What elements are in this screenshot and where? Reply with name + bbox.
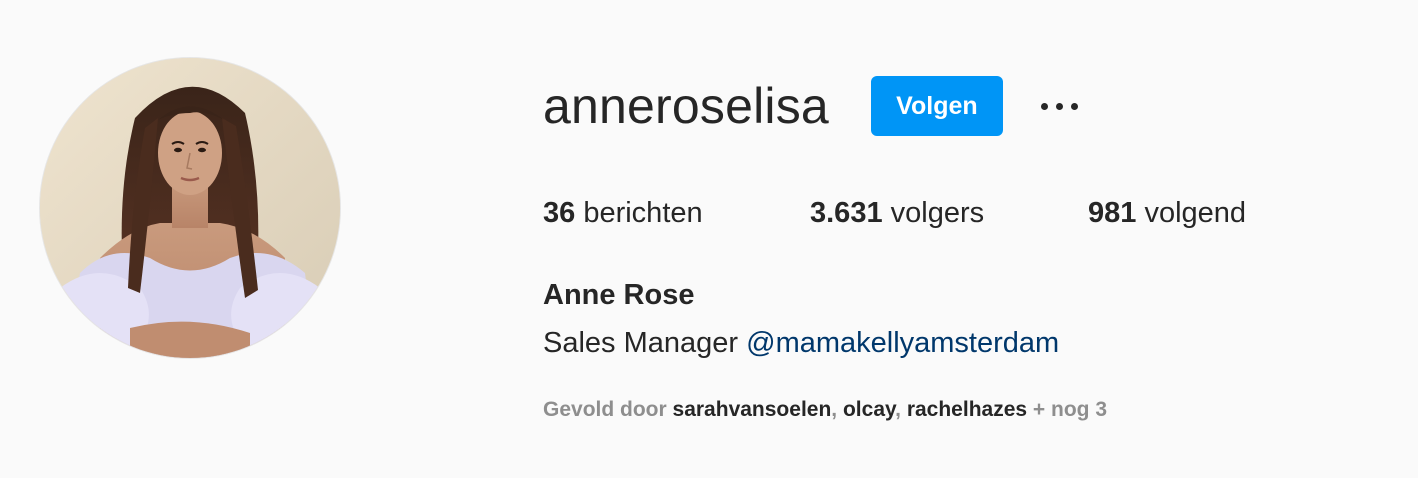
dot xyxy=(1055,102,1063,110)
full-name: Anne Rose xyxy=(543,279,695,311)
more-options-icon[interactable] xyxy=(1040,76,1078,136)
bio: Sales Manager @mamakellyamsterdam xyxy=(543,324,1059,362)
posts-stat: 36 berichten xyxy=(543,194,810,232)
separator: , xyxy=(831,398,838,421)
bio-mention-link[interactable]: @mamakellyamsterdam xyxy=(746,327,1059,359)
dot xyxy=(1040,102,1048,110)
profile-info: anneroselisa Volgen 36 berichten 3.631 v… xyxy=(543,0,1403,478)
followers-count: 3.631 xyxy=(810,197,883,229)
followed-by[interactable]: Gevold door sarahvansoelen, olcay, rache… xyxy=(543,396,1107,424)
bio-text: Sales Manager xyxy=(543,327,739,359)
following-label: volgend xyxy=(1144,197,1247,229)
followed-by-prefix: Gevold door xyxy=(543,398,667,421)
separator: , xyxy=(895,398,901,421)
followed-by-account[interactable]: rachelhazes xyxy=(907,398,1027,421)
avatar-image xyxy=(40,58,340,358)
followers-stat[interactable]: 3.631 volgers xyxy=(810,194,1088,232)
profile-stats: 36 berichten 3.631 volgers 981 volgend xyxy=(543,194,1246,232)
username: anneroselisa xyxy=(543,78,829,134)
following-stat[interactable]: 981 volgend xyxy=(1088,194,1246,232)
dot xyxy=(1070,102,1078,110)
title-row: anneroselisa Volgen xyxy=(543,76,1078,136)
follow-button[interactable]: Volgen xyxy=(870,76,1003,136)
following-count: 981 xyxy=(1088,197,1137,229)
profile-header: anneroselisa Volgen 36 berichten 3.631 v… xyxy=(0,0,1418,478)
followed-by-more[interactable]: + nog 3 xyxy=(1033,398,1107,421)
posts-label: berichten xyxy=(583,197,703,229)
followed-by-account[interactable]: sarahvansoelen xyxy=(673,398,832,421)
followers-label: volgers xyxy=(890,197,985,229)
posts-count: 36 xyxy=(543,197,576,229)
avatar[interactable] xyxy=(40,58,340,358)
followed-by-account[interactable]: olcay xyxy=(843,398,895,421)
